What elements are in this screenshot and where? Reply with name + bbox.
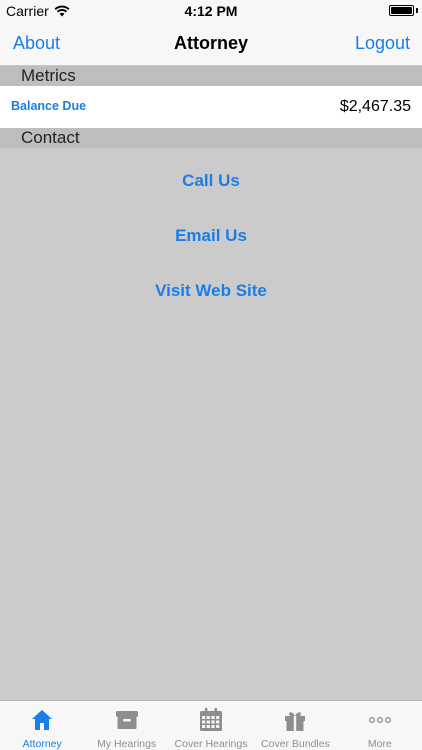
- calendar-icon: [200, 708, 223, 731]
- tab-label-more: More: [367, 738, 392, 750]
- tab-label-cover-bundles: Cover Bundles: [260, 738, 330, 750]
- balance-due-row: Balance Due $2,467.35: [0, 86, 422, 128]
- logout-button[interactable]: Logout: [355, 33, 410, 54]
- balance-due-value: $2,467.35: [339, 98, 411, 115]
- tab-cover-bundles[interactable]: Cover Bundles: [253, 701, 337, 750]
- gift-icon: [285, 712, 306, 731]
- tab-label-attorney: Attorney: [22, 738, 62, 750]
- metrics-section-header: Metrics: [0, 66, 422, 86]
- tab-more[interactable]: More: [338, 701, 422, 750]
- tab-label-my-hearings: My Hearings: [97, 738, 157, 750]
- visit-web-site-link[interactable]: Visit Web Site: [0, 281, 422, 301]
- tab-attorney[interactable]: Attorney: [0, 701, 84, 750]
- battery-icon: [389, 5, 414, 16]
- status-time: 4:12 PM: [184, 3, 238, 19]
- call-us-link[interactable]: Call Us: [0, 171, 422, 191]
- contact-section-header: Contact: [0, 128, 422, 148]
- tab-label-cover-hearings: Cover Hearings: [174, 738, 248, 750]
- screen: Carrier 4:12 PM About Attorney Logout Me…: [0, 0, 422, 750]
- navigation-bar: About Attorney Logout: [0, 22, 422, 66]
- archive-box-icon: [115, 711, 138, 729]
- status-bar: Carrier 4:12 PM: [0, 0, 422, 22]
- tab-bar: Attorney My Hearings Cover Hearings Cove…: [0, 700, 422, 750]
- house-icon: [32, 710, 53, 730]
- balance-due-label: Balance Due: [11, 99, 87, 113]
- battery-tip: [416, 8, 418, 13]
- tab-my-hearings[interactable]: My Hearings: [84, 701, 168, 750]
- more-dots-icon: [368, 716, 391, 724]
- email-us-link[interactable]: Email Us: [0, 226, 422, 246]
- tab-cover-hearings[interactable]: Cover Hearings: [169, 701, 253, 750]
